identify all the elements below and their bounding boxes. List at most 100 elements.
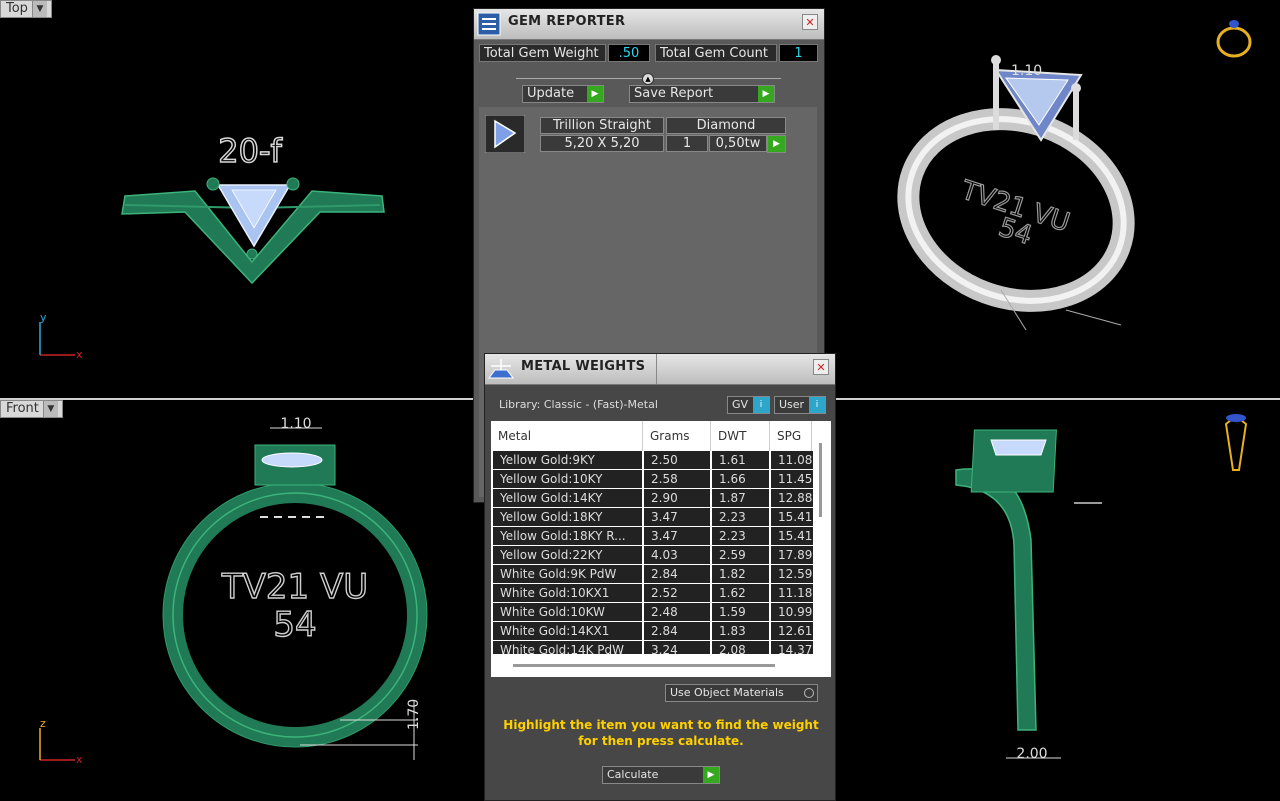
front-engraving-1: TV21 VU	[221, 567, 368, 607]
axis-x-label: x	[76, 348, 83, 361]
axis-x-label-front: x	[76, 753, 83, 766]
cell-metal: White Gold:9K PdW	[493, 565, 642, 583]
cell-metal: White Gold:10KX1	[493, 584, 642, 602]
cell-grams: 2.58	[644, 470, 710, 488]
radio-icon	[804, 688, 814, 698]
cell-spg: 11.18	[771, 584, 813, 602]
cell-grams: 3.24	[644, 641, 710, 654]
info-icon: i	[753, 397, 769, 413]
metal-weights-table[interactable]: Metal Grams DWT SPG Yellow Gold:9KY 2.50 1…	[491, 421, 831, 677]
gem-row[interactable]: Trillion Straight Diamond 5,20 X 5,20 1 …	[479, 107, 817, 155]
hint-line-1: Highlight the item you want to find the …	[503, 718, 819, 732]
cell-spg: 14.37	[771, 641, 813, 654]
cell-metal: Yellow Gold:9KY	[493, 451, 642, 469]
table-row[interactable]: White Gold:14KX1 2.84 1.83 12.61	[493, 622, 813, 641]
viewport-right[interactable]: 2.00	[836, 400, 1280, 801]
gem-count-cell: 1	[666, 135, 708, 152]
cell-spg: 11.08	[771, 451, 813, 469]
cell-spg: 11.45	[771, 470, 813, 488]
metal-weights-close-icon[interactable]: ✕	[813, 359, 829, 375]
table-row[interactable]: White Gold:9K PdW 2.84 1.82 12.59	[493, 565, 813, 584]
viewport-perspective[interactable]: 1.10 TV21 VU 54	[836, 0, 1280, 398]
cell-metal: Yellow Gold:10KY	[493, 470, 642, 488]
cell-metal: Yellow Gold:14KY	[493, 489, 642, 507]
gem-reporter-logo-icon	[477, 12, 501, 36]
front-dim-top: 1.10	[280, 416, 311, 432]
cell-spg: 10.99	[771, 603, 813, 621]
top-view-ring: 20-f x y	[39, 131, 385, 361]
cell-grams: 4.03	[644, 546, 710, 564]
cell-spg: 15.41	[771, 527, 813, 545]
cell-dwt: 2.23	[712, 527, 769, 545]
metal-weights-titlebar[interactable]: METAL WEIGHTS ✕	[485, 354, 835, 385]
column-header-dwt[interactable]: DWT	[711, 421, 770, 451]
use-object-materials-toggle[interactable]: Use Object Materials	[665, 684, 818, 702]
cell-metal: Yellow Gold:22KY	[493, 546, 642, 564]
user-toggle[interactable]: User i	[774, 396, 826, 414]
table-row[interactable]: Yellow Gold:22KY 4.03 2.59 17.89	[493, 546, 813, 565]
viewport-front[interactable]: Front ▼ 1.10 TV21 VU 54 1.70 x z	[0, 400, 486, 801]
total-gem-count-label: Total Gem Count	[655, 44, 777, 62]
cell-spg: 15.41	[771, 508, 813, 526]
trillion-gem-icon	[485, 115, 525, 153]
cell-metal: White Gold:10KW	[493, 603, 642, 621]
info-icon: i	[809, 397, 825, 413]
gem-detail-button[interactable]: ▶	[767, 135, 786, 153]
table-row[interactable]: White Gold:10KW 2.48 1.59 10.99	[493, 603, 813, 622]
play-icon: ▶	[587, 86, 603, 102]
cell-metal: Yellow Gold:18KY	[493, 508, 642, 526]
column-header-spg[interactable]: SPG	[770, 421, 812, 451]
play-icon: ▶	[758, 86, 774, 102]
cell-dwt: 1.62	[712, 584, 769, 602]
cell-grams: 2.84	[644, 622, 710, 640]
total-gem-weight-field[interactable]: .50	[608, 44, 650, 62]
cell-spg: 12.61	[771, 622, 813, 640]
update-button[interactable]: Update ▶	[522, 85, 604, 103]
horizontal-scrollbar[interactable]	[513, 664, 775, 667]
column-header-grams[interactable]: Grams	[643, 421, 711, 451]
save-report-label: Save Report	[634, 86, 714, 101]
calculate-label: Calculate	[607, 768, 659, 781]
cell-metal: White Gold:14KX1	[493, 622, 642, 640]
total-gem-weight-label: Total Gem Weight	[479, 44, 606, 62]
metal-rows: Yellow Gold:9KY 2.50 1.61 11.08 Yellow Gold:…	[493, 451, 813, 654]
calculate-button[interactable]: Calculate ▶	[602, 766, 720, 784]
right-dim-label: 2.00	[1016, 746, 1047, 762]
gv-toggle[interactable]: GV i	[727, 396, 770, 414]
expand-handle-icon[interactable]: ▲	[642, 73, 654, 85]
table-row[interactable]: Yellow Gold:14KY 2.90 1.87 12.88	[493, 489, 813, 508]
cell-grams: 2.84	[644, 565, 710, 583]
metal-weights-panel[interactable]: METAL WEIGHTS ✕ Library: Classic - (Fast…	[484, 353, 836, 801]
gem-shape-cell: Trillion Straight	[540, 117, 664, 134]
hint-line-2: for then press calculate.	[578, 734, 744, 748]
cell-grams: 2.50	[644, 451, 710, 469]
front-view-ring: 1.10 TV21 VU 54 1.70 x z	[39, 416, 428, 766]
ring-preview-icon[interactable]	[1214, 18, 1254, 62]
update-label: Update	[527, 86, 575, 101]
cell-grams: 2.48	[644, 603, 710, 621]
vertical-scrollbar[interactable]	[819, 443, 822, 517]
top-size-label: 20-f	[218, 132, 282, 170]
play-icon: ▶	[768, 136, 785, 152]
gem-reporter-titlebar[interactable]: GEM REPORTER ✕	[474, 9, 824, 40]
expand-slider[interactable]: ▲	[516, 73, 781, 85]
table-row[interactable]: Yellow Gold:18KY 3.47 2.23 15.41	[493, 508, 813, 527]
cell-grams: 2.52	[644, 584, 710, 602]
user-label: User	[779, 398, 805, 411]
cell-metal: Yellow Gold:18KY R...	[493, 527, 642, 545]
cell-dwt: 2.08	[712, 641, 769, 654]
use-object-materials-label: Use Object Materials	[670, 686, 784, 699]
table-row[interactable]: Yellow Gold:9KY 2.50 1.61 11.08	[493, 451, 813, 470]
column-header-metal[interactable]: Metal	[491, 421, 643, 451]
viewport-top[interactable]: Top ▼ 20-f x y	[0, 0, 473, 398]
table-row[interactable]: Yellow Gold:18KY R... 3.47 2.23 15.41	[493, 527, 813, 546]
table-row[interactable]: Yellow Gold:10KY 2.58 1.66 11.45	[493, 470, 813, 489]
gem-size-cell: 5,20 X 5,20	[540, 135, 664, 152]
table-row[interactable]: White Gold:14K PdW 3.24 2.08 14.37	[493, 641, 813, 654]
gem-reporter-close-icon[interactable]: ✕	[802, 14, 818, 30]
cell-spg: 17.89	[771, 546, 813, 564]
save-report-button[interactable]: Save Report ▶	[629, 85, 775, 103]
cell-dwt: 1.66	[712, 470, 769, 488]
table-row[interactable]: White Gold:10KX1 2.52 1.62 11.18	[493, 584, 813, 603]
total-gem-count-field[interactable]: 1	[779, 44, 818, 62]
